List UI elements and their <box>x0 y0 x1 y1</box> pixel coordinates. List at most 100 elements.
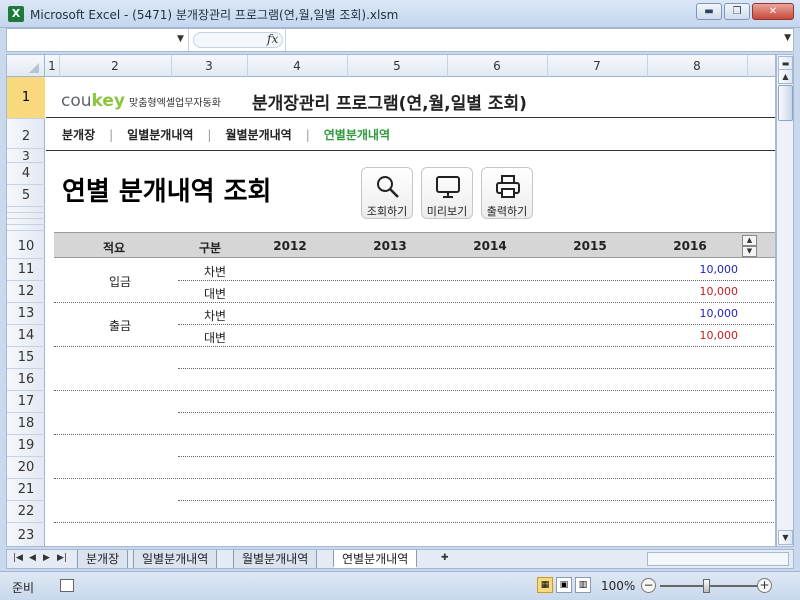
page-layout-view-icon[interactable]: ▣ <box>556 577 572 593</box>
column-header[interactable]: 2 <box>59 59 171 73</box>
summary-cell[interactable]: 출금 <box>96 317 144 334</box>
next-sheet-icon[interactable]: ▶ <box>43 553 50 563</box>
column-header[interactable]: 7 <box>547 59 647 73</box>
vertical-scroll-thumb[interactable] <box>778 85 793 121</box>
column-header[interactable]: 3 <box>171 59 247 73</box>
program-title: 분개장관리 프로그램(연,월,일별 조회) <box>252 94 527 114</box>
column-header[interactable]: 6 <box>447 59 547 73</box>
column-header[interactable]: 5 <box>347 59 447 73</box>
page-break-view-icon[interactable]: ▥ <box>575 577 591 593</box>
row-header[interactable]: 1 <box>7 77 45 119</box>
vertical-scrollbar[interactable]: ▬ ▲ ▼ <box>776 54 794 547</box>
excel-app-icon[interactable]: X <box>8 6 24 22</box>
nav-link-monthly[interactable]: 월별분개내역 <box>225 126 291 143</box>
first-sheet-icon[interactable]: |◀ <box>13 553 23 563</box>
sheet-content: coukey 맞춤형엑셀업무자동화 분개장관리 프로그램(연,월,일별 조회) 분… <box>46 77 775 546</box>
window-title: Microsoft Excel - (5471) 분개장관리 프로그램(연,월,… <box>30 8 399 22</box>
scroll-down-icon[interactable]: ▼ <box>778 530 793 545</box>
table-header: 적요 구분 2012 2013 2014 2015 2016 ▲ ▼ <box>54 232 775 258</box>
name-box-dropdown-icon[interactable]: ▼ <box>177 34 184 44</box>
row-header[interactable]: 20 <box>7 457 45 479</box>
name-box[interactable] <box>7 29 189 51</box>
type-cell[interactable]: 대변 <box>204 329 226 346</box>
header-divider <box>46 117 775 118</box>
row-divider <box>54 478 775 479</box>
expand-formula-bar-icon[interactable]: ▼ <box>784 33 791 43</box>
sheet-tab-journal[interactable]: 분개장 <box>77 550 129 568</box>
horizontal-scrollbar[interactable] <box>647 552 789 566</box>
sheet-tab-daily[interactable]: 일별분개내역 <box>133 550 218 568</box>
sheet-tab-monthly[interactable]: 월별분개내역 <box>233 550 318 568</box>
insert-sheet-icon[interactable]: ✚ <box>441 553 449 563</box>
logo-tagline: 맞춤형엑셀업무자동화 <box>129 98 221 109</box>
zoom-slider-thumb[interactable] <box>703 579 710 593</box>
row-header[interactable]: 4 <box>7 163 45 185</box>
sheet-tab-yearly[interactable]: 연별분개내역 <box>333 550 418 568</box>
column-header[interactable]: 8 <box>647 59 747 73</box>
nav-link-daily[interactable]: 일별분개내역 <box>127 126 193 143</box>
row-header[interactable]: 17 <box>7 391 45 413</box>
last-sheet-icon[interactable]: ▶| <box>57 553 67 563</box>
macro-record-icon[interactable] <box>60 579 74 592</box>
row-header[interactable]: 11 <box>7 259 45 281</box>
row-header[interactable]: 14 <box>7 325 45 347</box>
nav-divider <box>46 150 775 151</box>
row-header[interactable]: 16 <box>7 369 45 391</box>
row-header[interactable]: 2 <box>7 119 45 149</box>
row-divider <box>54 302 775 303</box>
status-bar: 준비 ▦ ▣ ▥ 100% − + <box>0 571 800 600</box>
search-icon <box>377 176 399 198</box>
sheet-navigation: 분개장 | 일별분개내역 | 월별분개내역 | 연별분개내역 <box>62 126 391 143</box>
zoom-level[interactable]: 100% <box>601 579 635 593</box>
zoom-out-icon[interactable]: − <box>641 578 656 593</box>
status-ready: 준비 <box>12 581 35 595</box>
amount-cell[interactable]: 10,000 <box>686 285 739 298</box>
row-divider <box>178 368 775 369</box>
row-header[interactable]: 21 <box>7 479 45 501</box>
maximize-button[interactable]: ❐ <box>724 3 750 20</box>
formula-input[interactable] <box>285 29 775 51</box>
zoom-in-icon[interactable]: + <box>757 578 772 593</box>
select-all-corner[interactable] <box>7 55 45 77</box>
year-spinner[interactable]: ▲ ▼ <box>742 235 757 257</box>
amount-cell[interactable]: 10,000 <box>686 263 739 276</box>
amount-cell[interactable]: 10,000 <box>686 329 739 342</box>
scroll-up-icon[interactable]: ▲ <box>778 69 793 84</box>
spin-up-icon[interactable]: ▲ <box>742 235 757 246</box>
row-header[interactable]: 3 <box>7 149 45 163</box>
prev-sheet-icon[interactable]: ◀ <box>29 553 36 563</box>
insert-function-button[interactable]: fx <box>267 32 278 46</box>
row-header[interactable]: 18 <box>7 413 45 435</box>
row-header[interactable]: 12 <box>7 281 45 303</box>
nav-link-yearly[interactable]: 연별분개내역 <box>324 126 390 143</box>
type-cell[interactable]: 차변 <box>204 307 226 324</box>
row-header[interactable]: 5 <box>7 185 45 207</box>
nav-link-journal[interactable]: 분개장 <box>62 126 95 143</box>
row-divider <box>178 280 775 281</box>
row-header[interactable]: 13 <box>7 303 45 325</box>
preview-button[interactable]: 미리보기 <box>421 167 473 219</box>
row-divider <box>178 324 775 325</box>
summary-cell[interactable]: 입금 <box>96 273 144 290</box>
normal-view-icon[interactable]: ▦ <box>537 577 553 593</box>
minimize-button[interactable]: ▬ <box>696 3 722 20</box>
print-button[interactable]: 출력하기 <box>481 167 533 219</box>
row-header[interactable]: 15 <box>7 347 45 369</box>
type-cell[interactable]: 대변 <box>204 285 226 302</box>
type-cell[interactable]: 차변 <box>204 263 226 280</box>
search-button[interactable]: 조회하기 <box>361 167 413 219</box>
close-button[interactable]: ✕ <box>752 3 794 20</box>
spin-down-icon[interactable]: ▼ <box>742 246 757 257</box>
row-header[interactable]: 23 <box>7 523 45 546</box>
header-year: 2013 <box>373 239 407 253</box>
row-divider <box>54 522 775 523</box>
row-header[interactable]: 10 <box>7 231 45 259</box>
column-header[interactable]: 1 <box>45 59 59 73</box>
row-header[interactable]: 19 <box>7 435 45 457</box>
worksheet: 1 2 3 4 5 6 7 8 1 2 3 4 5 10 11 12 13 14… <box>6 54 776 547</box>
row-header[interactable]: 22 <box>7 501 45 523</box>
amount-cell[interactable]: 10,000 <box>686 307 739 320</box>
column-header[interactable]: 4 <box>247 59 347 73</box>
header-year: 2015 <box>573 239 607 253</box>
header-year: 2016 <box>673 239 707 253</box>
